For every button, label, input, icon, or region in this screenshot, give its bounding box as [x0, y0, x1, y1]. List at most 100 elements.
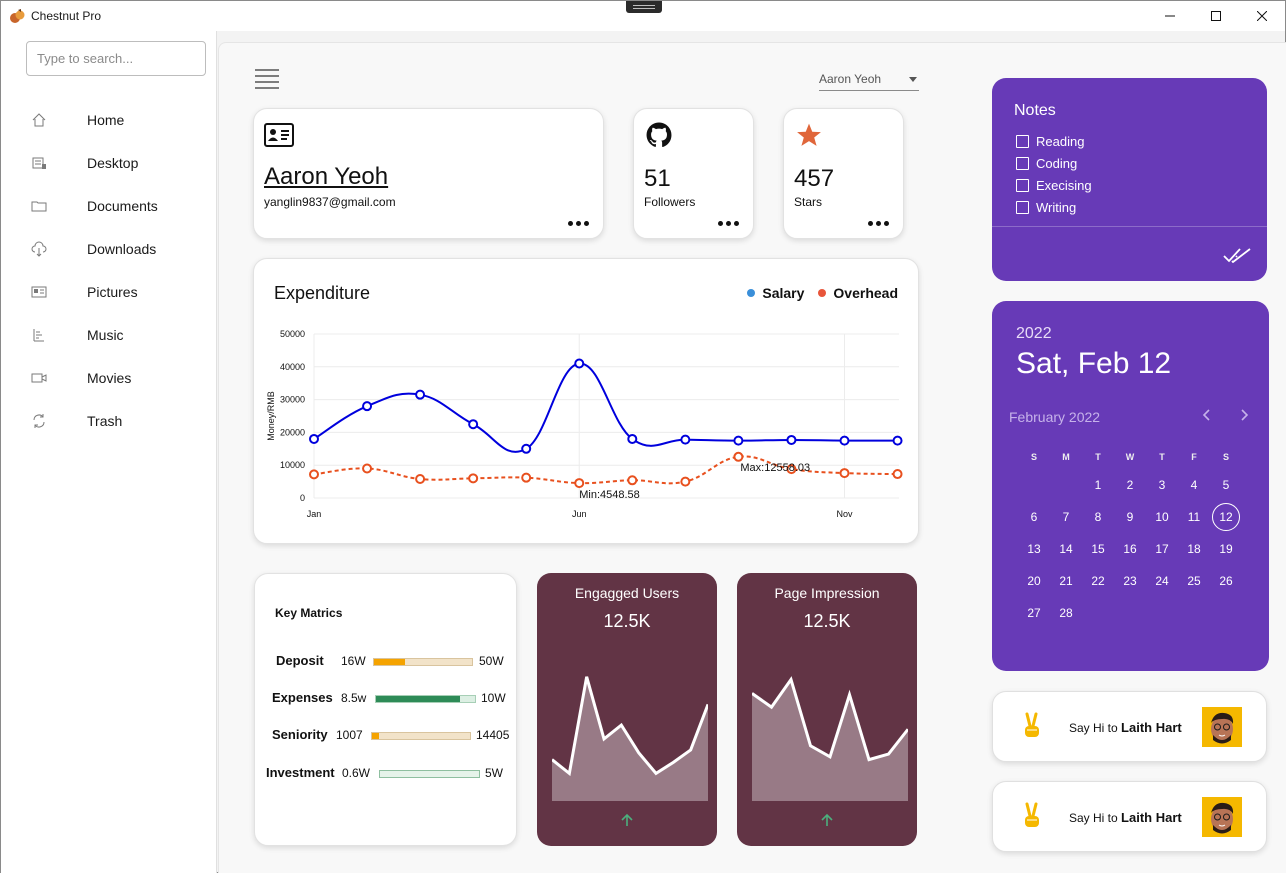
y-axis-label: Money/RMB [266, 391, 276, 441]
sidebar-item-downloads[interactable]: Downloads [31, 232, 201, 266]
notes-card: Notes Reading Coding Execising Writing [992, 78, 1267, 281]
calendar-day[interactable]: 27 [1018, 597, 1050, 629]
calendar-day[interactable]: 18 [1178, 533, 1210, 565]
data-point-overhead[interactable] [733, 451, 744, 462]
sidebar-item-movies[interactable]: Movies [31, 361, 201, 395]
drag-handle[interactable] [626, 1, 662, 13]
data-point-salary[interactable] [680, 434, 691, 445]
user-dropdown[interactable]: Aaron Yeoh [819, 69, 919, 91]
say-hi-prefix: Say Hi to [1069, 811, 1118, 825]
minimize-icon [1165, 15, 1175, 17]
calendar-day[interactable]: 4 [1178, 469, 1210, 501]
say-hi-card[interactable]: Say Hi to Laith Hart [992, 691, 1267, 762]
data-point-salary[interactable] [468, 419, 479, 430]
data-point-overhead[interactable] [680, 476, 691, 487]
calendar-day[interactable]: 23 [1114, 565, 1146, 597]
arrow-up-icon [620, 813, 634, 832]
note-checkbox-coding[interactable]: Coding [1016, 156, 1077, 171]
calendar-day[interactable]: 17 [1146, 533, 1178, 565]
calendar-day[interactable]: 10 [1146, 501, 1178, 533]
profile-email: yanglin9837@gmail.com [264, 195, 396, 209]
calendar-day[interactable]: 26 [1210, 565, 1242, 597]
search-input[interactable] [26, 41, 206, 76]
data-point-salary[interactable] [362, 401, 373, 412]
folder-icon [31, 198, 67, 214]
done-all-icon[interactable] [1223, 247, 1251, 263]
data-point-salary[interactable] [733, 435, 744, 446]
sidebar-item-pictures[interactable]: Pictures [31, 275, 201, 309]
calendar-day[interactable]: 1 [1082, 469, 1114, 501]
close-button[interactable] [1239, 1, 1285, 31]
calendar-day[interactable]: 5 [1210, 469, 1242, 501]
key-metrics-title: Key Matrics [275, 606, 343, 620]
sidebar-item-trash[interactable]: Trash [31, 404, 201, 438]
data-point-salary[interactable] [415, 389, 426, 400]
sidebar-item-desktop[interactable]: Desktop [31, 146, 201, 180]
calendar-day[interactable]: 7 [1050, 501, 1082, 533]
title-bar: Chestnut Pro [1, 1, 1285, 31]
calendar-day[interactable]: 22 [1082, 565, 1114, 597]
calendar-day[interactable]: 16 [1114, 533, 1146, 565]
data-point-salary[interactable] [309, 433, 319, 444]
calendar-day[interactable]: 8 [1082, 501, 1114, 533]
say-hi-card[interactable]: Say Hi to Laith Hart [992, 781, 1267, 852]
data-point-salary[interactable] [839, 435, 850, 446]
menu-icon[interactable] [255, 69, 279, 89]
metric-max: 50W [479, 654, 504, 668]
sidebar-item-label: Desktop [87, 155, 139, 171]
calendar-day[interactable]: 6 [1018, 501, 1050, 533]
more-options-button[interactable] [718, 221, 739, 226]
calendar-weekday: S [1030, 452, 1037, 462]
calendar-day[interactable]: 21 [1050, 565, 1082, 597]
more-options-button[interactable] [868, 221, 889, 226]
maximize-button[interactable] [1193, 1, 1239, 31]
calendar-day[interactable]: 28 [1050, 597, 1082, 629]
calendar-day[interactable]: 9 [1114, 501, 1146, 533]
data-point-salary[interactable] [627, 433, 638, 444]
data-point-overhead[interactable] [309, 469, 319, 480]
data-point-overhead[interactable] [521, 472, 532, 483]
metric-row-expenses: Expenses 8.5w 10W [255, 688, 517, 708]
more-options-button[interactable] [568, 221, 589, 226]
data-point-overhead[interactable] [362, 463, 373, 474]
data-point-overhead[interactable] [627, 475, 638, 486]
calendar-day[interactable]: 15 [1082, 533, 1114, 565]
minimize-button[interactable] [1147, 1, 1193, 31]
calendar-day[interactable]: 11 [1178, 501, 1210, 533]
data-point-salary[interactable] [574, 358, 585, 369]
chevron-left-icon[interactable] [1199, 407, 1215, 423]
calendar-day[interactable]: 25 [1178, 565, 1210, 597]
note-checkbox-reading[interactable]: Reading [1016, 134, 1084, 149]
maximize-icon [1211, 11, 1221, 21]
peace-hand-icon [1025, 712, 1039, 737]
metric-bar-fill [374, 659, 406, 665]
note-checkbox-writing[interactable]: Writing [1016, 200, 1076, 215]
calendar-day[interactable]: 19 [1210, 533, 1242, 565]
data-point-overhead[interactable] [892, 469, 903, 480]
profile-name-link[interactable]: Aaron Yeoh [264, 163, 388, 191]
data-point-overhead[interactable] [574, 478, 585, 489]
metric-row-deposit: Deposit 16W 50W [255, 651, 517, 671]
sidebar-item-home[interactable]: Home [31, 103, 201, 137]
x-tick-label: Jun [572, 509, 587, 519]
note-label: Coding [1036, 156, 1078, 171]
note-checkbox-execising[interactable]: Execising [1016, 178, 1092, 193]
calendar-day[interactable]: 3 [1146, 469, 1178, 501]
metric-max: 5W [485, 766, 503, 780]
data-point-salary[interactable] [786, 434, 797, 445]
calendar-day[interactable]: 2 [1114, 469, 1146, 501]
data-point-salary[interactable] [521, 443, 532, 454]
data-point-overhead[interactable] [415, 473, 426, 484]
sidebar-item-documents[interactable]: Documents [31, 189, 201, 223]
calendar-day[interactable]: 13 [1018, 533, 1050, 565]
data-point-overhead[interactable] [468, 473, 479, 484]
main-content: Aaron Yeoh Aaron Yeoh yanglin9837@gmail.… [218, 42, 1286, 873]
data-point-salary[interactable] [892, 435, 903, 446]
sidebar-item-music[interactable]: Music [31, 318, 201, 352]
calendar-day[interactable]: 14 [1050, 533, 1082, 565]
calendar-day[interactable]: 24 [1146, 565, 1178, 597]
data-point-overhead[interactable] [839, 468, 850, 479]
calendar-day-selected[interactable]: 12 [1212, 503, 1240, 531]
calendar-day[interactable]: 20 [1018, 565, 1050, 597]
chevron-right-icon[interactable] [1236, 407, 1252, 423]
